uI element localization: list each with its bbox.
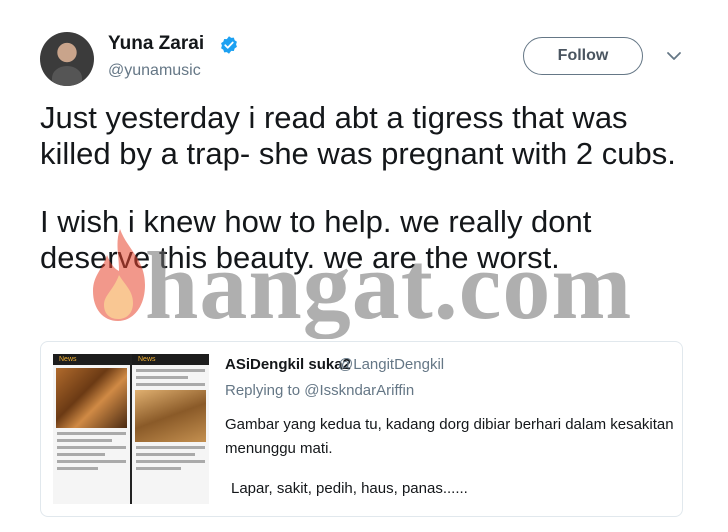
chevron-down-icon[interactable] xyxy=(666,50,682,62)
tiger-photo-1 xyxy=(56,368,127,428)
thumb-text-lines-3 xyxy=(136,446,205,470)
thumb-bar-label: News xyxy=(53,354,130,365)
author-handle[interactable]: @yunamusic xyxy=(108,62,201,80)
quoted-author-name[interactable]: ASiDengkil suka2 xyxy=(225,356,351,373)
tweet-text: Just yesterday i read abt a tigress that… xyxy=(40,100,690,276)
quoted-tweet[interactable]: News News ASiDengkil suka2 @LangitDengki… xyxy=(40,341,683,517)
thumb-panel-left: News xyxy=(53,354,130,504)
reply-to-handle[interactable]: @IsskndarAriffin xyxy=(304,382,414,399)
tweet-paragraph-2: I wish i knew how to help. we really don… xyxy=(40,204,592,275)
tweet-paragraph-1: Just yesterday i read abt a tigress that… xyxy=(40,100,676,171)
reply-prefix: Replying to xyxy=(225,382,301,399)
quoted-reply-line: Replying to @IsskndarAriffin xyxy=(225,382,414,399)
thumb-text-lines-2 xyxy=(136,369,205,386)
quoted-author-handle[interactable]: @LangitDengkil xyxy=(338,356,444,373)
author-name[interactable]: Yuna Zarai xyxy=(108,33,204,55)
thumb-text-lines xyxy=(57,432,126,470)
quoted-tweet-image[interactable]: News News xyxy=(53,354,209,504)
verified-badge-icon xyxy=(221,36,237,54)
author-avatar[interactable] xyxy=(40,32,94,86)
quoted-text-2: Lapar, sakit, pedih, haus, panas...... xyxy=(231,480,468,497)
thumb-bar-label-2: News xyxy=(132,354,209,365)
tiger-photo-2 xyxy=(135,390,206,442)
follow-button[interactable]: Follow xyxy=(523,37,643,75)
thumb-panel-right: News xyxy=(132,354,209,504)
quoted-text-1: Gambar yang kedua tu, kadang dorg dibiar… xyxy=(225,416,674,457)
